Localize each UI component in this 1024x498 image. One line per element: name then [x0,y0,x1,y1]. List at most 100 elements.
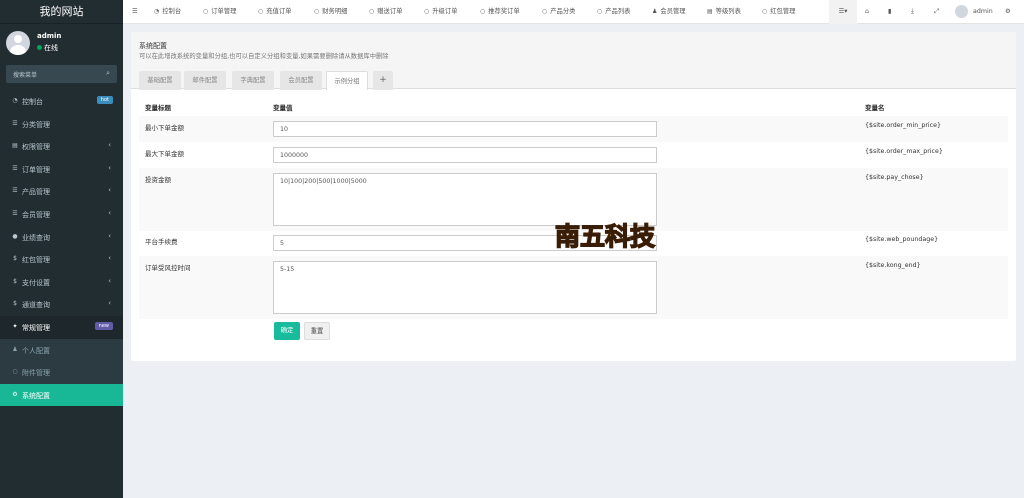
row-variable: {$site.web_poundage} [865,236,939,243]
topnav-item-recharge[interactable]: ○ 充值订单 [258,0,291,24]
topnav-item-product-category[interactable]: ○ 产品分类 [542,0,575,24]
chevron-left-icon: ‹ [108,208,111,217]
order-min-price-input[interactable]: 10 [273,121,657,137]
table-row: 最大下单金额 1000000 {$site.order_max_price} [139,142,1008,168]
circle-outline-icon: ○ [314,8,320,15]
circle-outline-icon: ○ [424,8,430,15]
tab-example-group[interactable]: 示例分组 [326,71,368,90]
list-icon: ▤ [707,8,713,15]
tab-email[interactable]: 邮件配置 [184,71,226,90]
coin-icon: $ [13,277,17,285]
topnav-item-upgrade-orders[interactable]: ○ 升级订单 [424,0,457,24]
row-variable: {$site.pay_chose} [865,174,924,181]
online-dot-icon [37,45,42,50]
topnav-item-redpacket[interactable]: ○ 红包管理 [762,0,795,24]
circle-outline-icon: ○ [258,8,264,15]
app-logo[interactable]: 我的网站 [0,0,123,24]
settings-icon[interactable]: ⚙ [1005,0,1011,24]
circle-outline-icon: ○ [480,8,486,15]
sidebar-item-orders[interactable]: ☰ 订单管理 ‹ [0,158,123,181]
column-header-title: 变量标题 [145,104,171,112]
row-title: 订单受风控时间 [145,264,191,272]
dashboard-icon: ◔ [154,8,160,15]
topnav-item-gift-orders[interactable]: ○ 赠送订单 [369,0,402,24]
cogs-icon: ⚙ [12,390,18,398]
topnav-item-referral-orders[interactable]: ○ 推荐奖订单 [480,0,520,24]
home-icon[interactable]: ⌂ [865,0,869,24]
topnav-item-finance[interactable]: ○ 财务明细 [314,0,347,24]
sidebar-item-performance[interactable]: ● 业绩查询 ‹ [0,226,123,249]
user-icon: ♟ [12,345,18,353]
sidebar: 我的网站 admin 在线 搜索菜单 ⌕ ◔ 控制台 hot ☰ 分类管理 ▤ … [0,0,123,498]
user-menu[interactable]: admin [955,0,993,24]
row-title: 最大下单金额 [145,150,184,158]
chevron-left-icon: ‹ [108,276,111,285]
tab-member[interactable]: 会员配置 [280,71,322,90]
topnav-item-orders[interactable]: ○ 订单管理 [203,0,236,24]
chevron-left-icon: ‹ [108,254,111,263]
reset-button[interactable]: 重置 [304,322,330,340]
column-header-value: 变量值 [273,104,293,112]
row-title: 投资金额 [145,176,171,184]
submit-button[interactable]: 确定 [274,322,300,340]
sidebar-toggle-icon[interactable]: ☰ [132,0,138,24]
watermark-text: 南五科技 [555,222,655,251]
clear-cache-icon[interactable]: ⤓ [911,0,914,24]
sidebar-item-dashboard[interactable]: ◔ 控制台 hot [0,90,123,113]
watermark-logo: 南五科技 [554,221,655,251]
coin-icon: $ [13,300,17,308]
list-icon: ☰ [12,209,18,217]
topnav-item-product-list[interactable]: ○ 产品列表 [597,0,630,24]
row-variable: {$site.order_min_price} [865,122,942,129]
sidebar-menu: ◔ 控制台 hot ☰ 分类管理 ▤ 权限管理 ‹ ☰ 订单管理 ‹ ☰ 产品管… [0,90,123,407]
topnav-item-dashboard[interactable]: ◔ 控制台 [154,0,181,24]
sidebar-item-general[interactable]: ✦ 常规管理 new [0,315,123,339]
circle-icon: ● [12,232,18,240]
table-row: 订单受风控时间 5-15 {$site.kong_end} [139,256,1008,319]
sidebar-item-products[interactable]: ☰ 产品管理 ‹ [0,180,123,203]
search-input[interactable]: 搜索菜单 ⌕ [6,65,117,83]
config-panel: 系统配置 可以在此增改系统的变量和分组,也可以自定义分组和变量,如果需要删除请从… [131,32,1016,361]
fullscreen-icon[interactable]: ⤢ [934,0,939,24]
top-navbar: ☰ ◔ 控制台 ○ 订单管理 ○ 充值订单 ○ 财务明细 ○ 赠送订单 ○ 升级订单 ○ 推荐… [123,0,1024,24]
row-title: 最小下单金额 [145,124,184,132]
sidebar-item-channel[interactable]: $ 通道查询 ‹ [0,293,123,316]
trash-icon[interactable]: ▮ [888,0,891,24]
column-header-name: 变量名 [865,104,885,112]
row-title: 平台手续费 [145,238,178,246]
chevron-left-icon: ‹ [108,186,111,195]
circle-outline-icon: ○ [203,8,209,15]
chevron-left-icon: ‹ [108,141,111,150]
group-icon: ▤ [12,142,18,150]
sidebar-item-permission[interactable]: ▤ 权限管理 ‹ [0,135,123,158]
order-max-price-input[interactable]: 1000000 [273,147,657,163]
add-tab-button[interactable]: + [373,71,393,90]
cog-icon: ✦ [12,322,18,330]
sidebar-item-redpacket[interactable]: $ 红包管理 ‹ [0,248,123,271]
user-status: 在线 [37,43,58,53]
sidebar-item-config[interactable]: ⚙ 系统配置 [0,383,123,407]
search-icon[interactable]: ⌕ [106,69,110,78]
user-icon: ♟ [652,8,658,15]
topnav-item-members[interactable]: ♟ 会员管理 [652,0,686,24]
kong-end-textarea[interactable]: 5-15 [273,261,657,314]
dashboard-icon: ◔ [12,97,18,104]
page-description: 可以在此增改系统的变量和分组,也可以自定义分组和变量,如果需要删除请从数据库中删… [139,53,389,60]
tab-dictionary[interactable]: 字典配置 [232,71,274,90]
search-placeholder: 搜索菜单 [13,72,38,79]
page-title: 系统配置 [139,42,167,50]
list-icon: ☰ [12,164,18,172]
sidebar-item-attachment[interactable]: ○ 附件管理 [0,361,123,384]
tab-basic[interactable]: 基础配置 [139,71,181,90]
avatar [6,31,30,55]
sidebar-item-category[interactable]: ☰ 分类管理 [0,113,123,136]
topnav-item-levels[interactable]: ▤ 等级列表 [707,0,741,24]
sidebar-item-profile[interactable]: ♟ 个人配置 [0,338,123,362]
tabs-dropdown-button[interactable]: ☰▾ [829,0,857,24]
sidebar-item-payment[interactable]: $ 支付设置 ‹ [0,271,123,294]
sidebar-item-members[interactable]: ☰ 会员管理 ‹ [0,203,123,226]
circle-outline-icon: ○ [12,368,18,376]
list-icon: ☰ [12,119,18,127]
list-icon: ☰ [12,187,18,195]
chevron-left-icon: ‹ [108,231,111,240]
